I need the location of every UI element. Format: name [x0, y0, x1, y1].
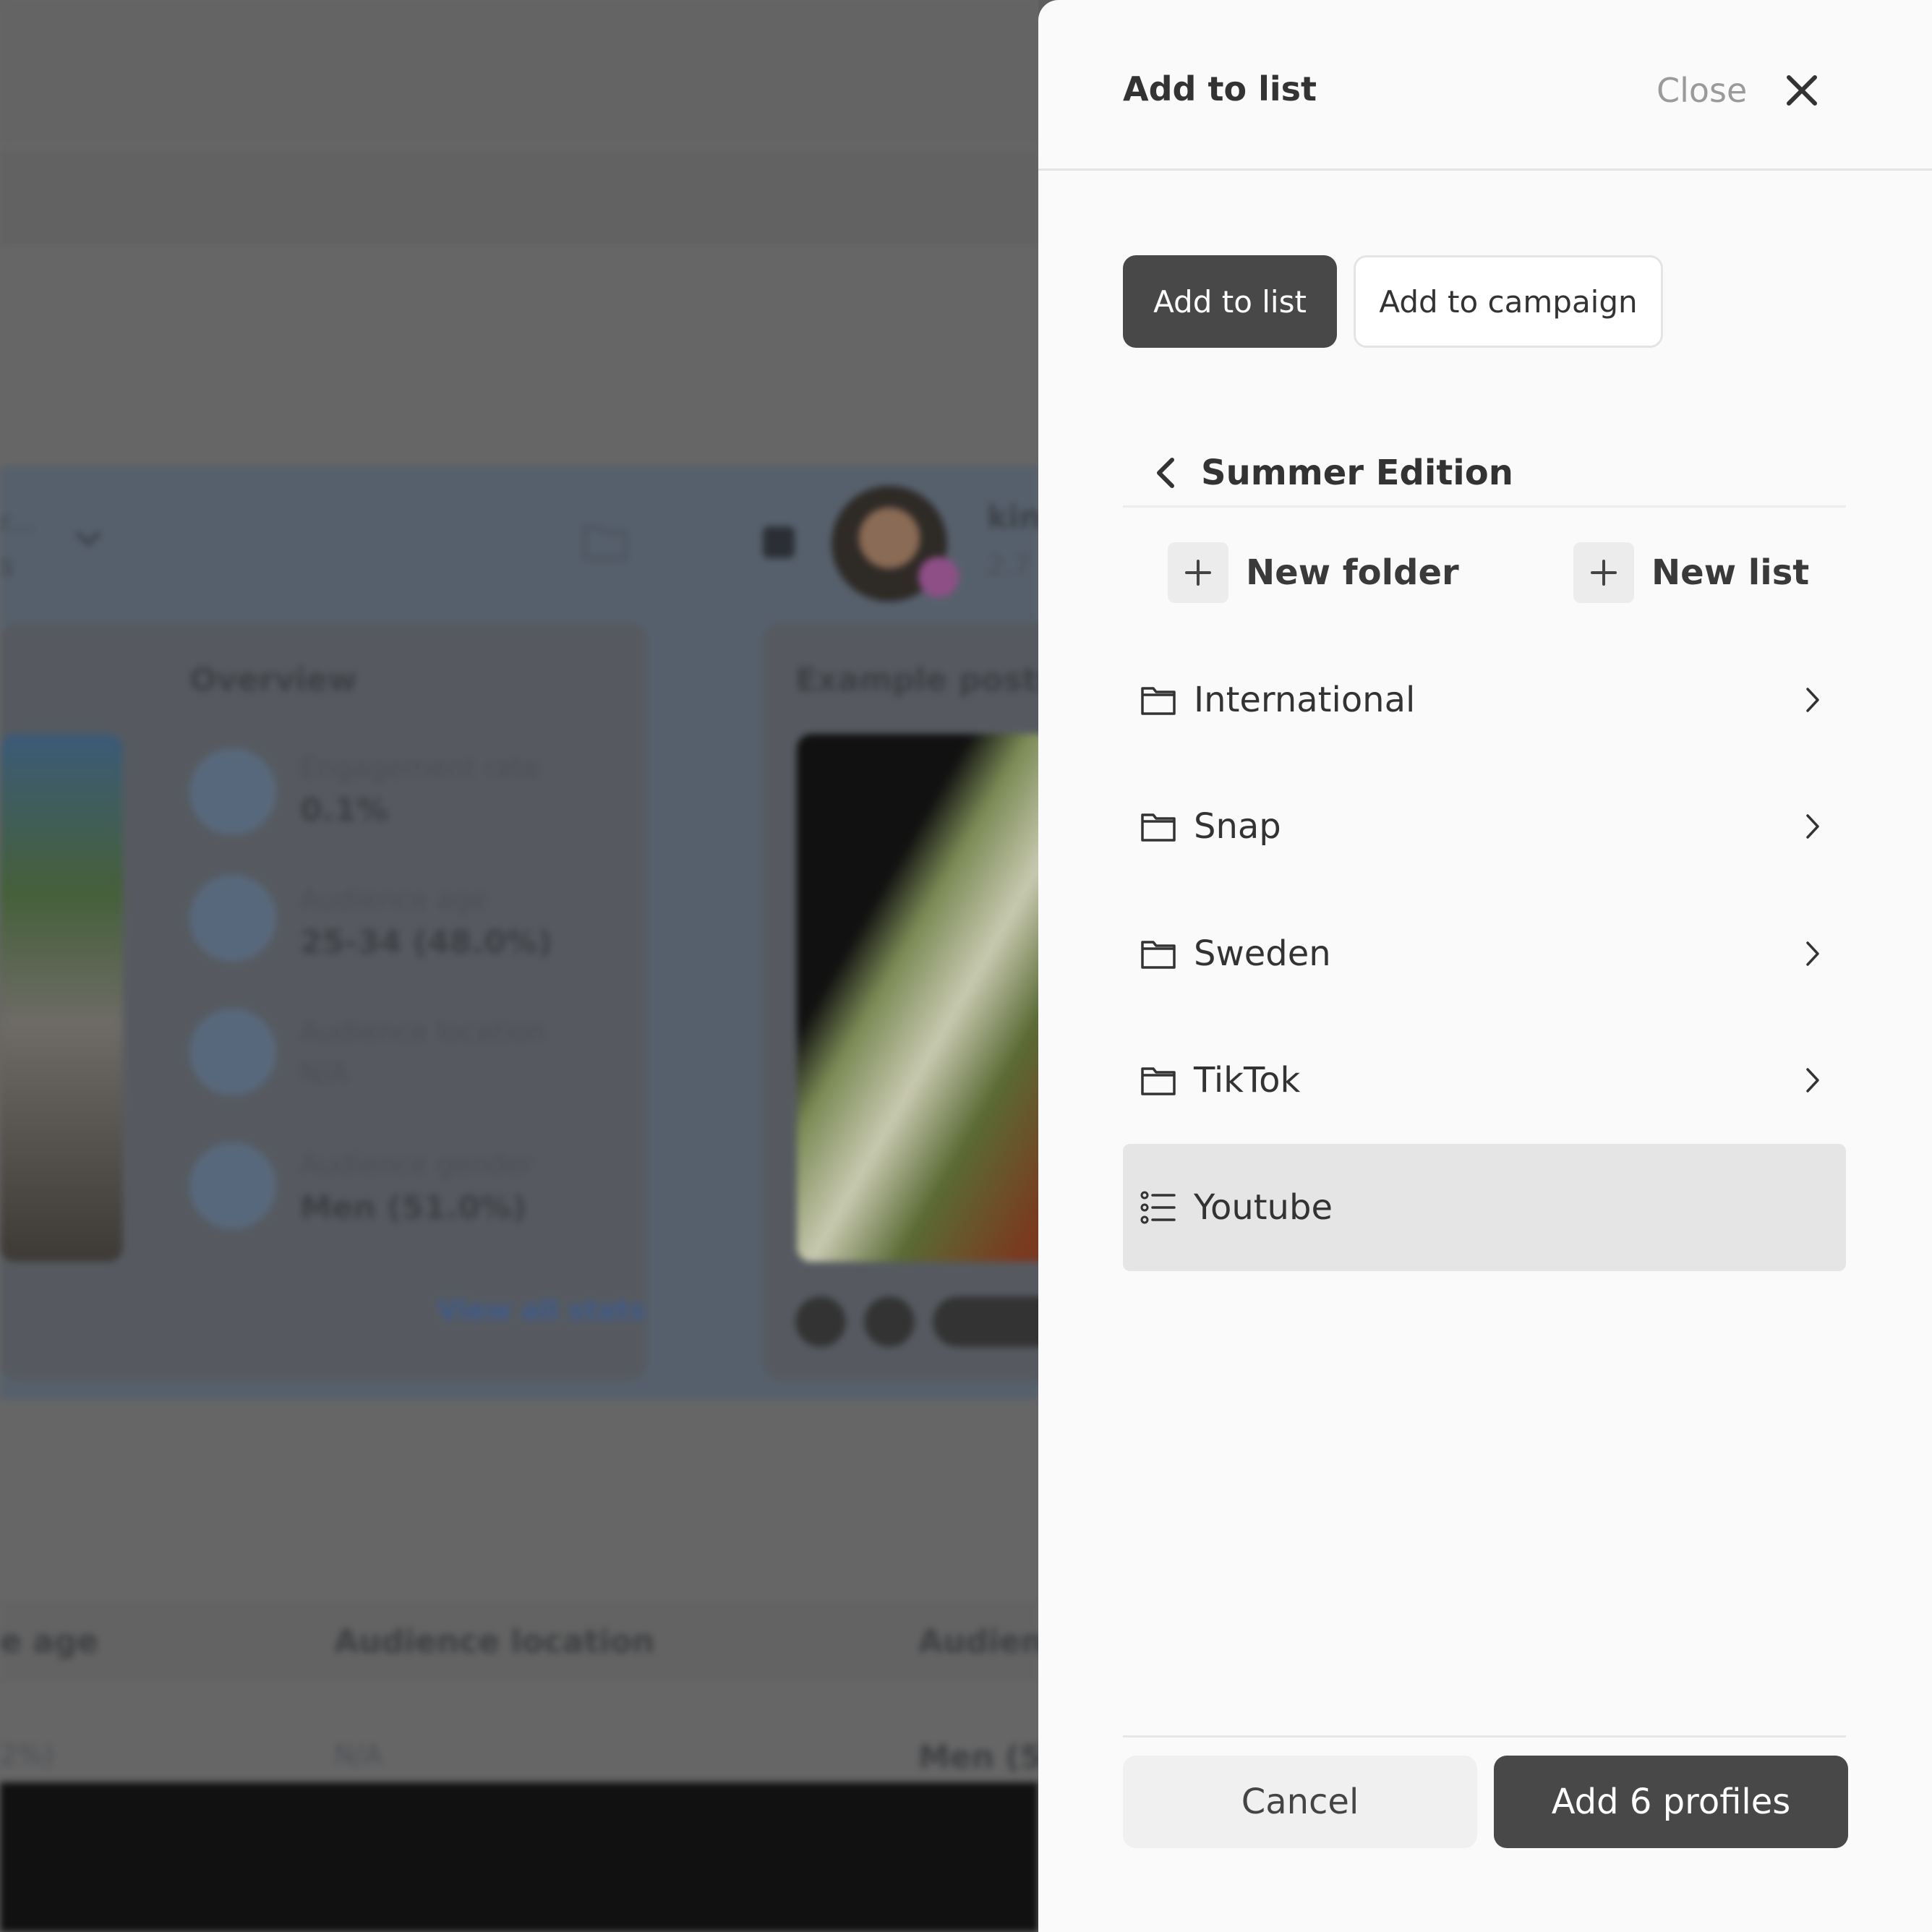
- close-label: Close: [1657, 71, 1748, 110]
- chevron-right-icon: [1804, 1066, 1821, 1095]
- panel-title: Add to list: [1123, 69, 1317, 108]
- new-folder-label: New folder: [1246, 552, 1459, 593]
- background-page-content: r... s kin 2.7 Overview Engagement rate …: [0, 0, 1038, 1932]
- breadcrumb-title: Summer Edition: [1201, 452, 1513, 493]
- bg-profile-name: kin: [987, 499, 1038, 536]
- bg-post-image: [797, 734, 1038, 1262]
- bg-stat-label: Engagement rate: [300, 752, 540, 784]
- bg-table-header-cell: Audien: [918, 1623, 1038, 1660]
- breadcrumb: Summer Edition: [1123, 440, 1846, 508]
- folder-icon: [1139, 1062, 1178, 1098]
- add-profiles-button[interactable]: Add 6 profiles: [1494, 1756, 1848, 1848]
- checkbox-icon: [763, 526, 795, 558]
- background-page-overlay[interactable]: r... s kin 2.7 Overview Engagement rate …: [0, 0, 1038, 1932]
- close-icon[interactable]: [1784, 73, 1819, 108]
- bg-profile-count: 2.7: [987, 550, 1031, 581]
- app-root: r... s kin 2.7 Overview Engagement rate …: [0, 0, 1932, 1932]
- bg-table-cell: Men (5: [918, 1739, 1038, 1776]
- bg-stat-value: 25-34 (48.0%): [300, 924, 552, 961]
- cancel-button[interactable]: Cancel: [1123, 1756, 1477, 1848]
- bg-example-posts-title: Example posts: [795, 662, 1038, 698]
- list-item-tiktok[interactable]: TikTok: [1123, 1018, 1846, 1142]
- list-item-youtube[interactable]: Youtube: [1123, 1144, 1846, 1271]
- bg-top-bar: [0, 0, 1038, 149]
- bg-table-header-cell: e age: [0, 1623, 99, 1660]
- list-item-label: Youtube: [1194, 1187, 1333, 1228]
- folder-icon: [582, 521, 628, 564]
- bg-stat-value: N/A: [300, 1057, 349, 1089]
- list-item-label: Sweden: [1194, 933, 1331, 974]
- bg-table-header-cell: Audience location: [334, 1623, 655, 1660]
- bg-stat-label: Audience age: [300, 884, 488, 915]
- list-item-label: Snap: [1194, 806, 1281, 847]
- bg-stat-value: Men (51.0%): [300, 1189, 527, 1226]
- plus-icon: [1573, 542, 1634, 603]
- panel-header: Add to list Close: [1038, 0, 1932, 171]
- bg-profile-photo: [0, 734, 123, 1262]
- tab-add-to-campaign[interactable]: Add to campaign: [1354, 255, 1663, 348]
- bg-view-all-stats-link: View all stats: [437, 1294, 646, 1326]
- new-folder-button[interactable]: New folder: [1168, 542, 1459, 603]
- folder-icon: [1139, 682, 1178, 718]
- bg-dropdown-text: r...: [0, 506, 35, 538]
- folder-icon: [1139, 936, 1178, 972]
- bg-table-row: [0, 1681, 1038, 1782]
- tab-add-to-list[interactable]: Add to list: [1123, 255, 1337, 348]
- carousel-dots: [933, 1296, 1038, 1347]
- engagement-icon: [189, 748, 276, 835]
- bg-table-cell: 2%): [0, 1739, 55, 1771]
- bg-bottom-bar: [0, 1782, 1038, 1932]
- list-item-label: International: [1194, 680, 1416, 720]
- bg-stat-label: Audience gender: [300, 1148, 534, 1180]
- carousel-next-icon: [864, 1296, 915, 1347]
- list-icon: [1139, 1189, 1178, 1226]
- carousel-prev-icon: [795, 1296, 846, 1347]
- chevron-right-icon: [1804, 939, 1821, 968]
- chevron-right-icon: [1804, 685, 1821, 714]
- bg-filter-bar: [0, 149, 1038, 250]
- new-list-label: New list: [1651, 552, 1810, 593]
- gender-icon: [189, 1142, 276, 1229]
- list-item-label: TikTok: [1194, 1060, 1301, 1100]
- close-button[interactable]: Close: [1657, 58, 1819, 123]
- bar-chart-icon: [189, 875, 276, 962]
- location-pin-icon: [189, 1009, 276, 1095]
- add-to-list-panel: Add to list Close Add to list Add to cam…: [1038, 0, 1932, 1932]
- chevron-left-icon[interactable]: [1129, 440, 1201, 505]
- bg-stat-value: 0.1%: [300, 792, 389, 829]
- chevron-down-icon: [72, 528, 104, 552]
- bg-dropdown-text-2: s: [0, 550, 14, 581]
- instagram-icon: [918, 557, 959, 597]
- folder-icon: [1139, 808, 1178, 845]
- bg-overview-title: Overview: [189, 662, 357, 698]
- list-item-sweden[interactable]: Sweden: [1123, 892, 1846, 1016]
- new-list-button[interactable]: New list: [1573, 542, 1809, 603]
- footer-divider: [1123, 1735, 1846, 1737]
- bg-table-cell: N/A: [334, 1739, 383, 1771]
- plus-icon: [1168, 542, 1228, 603]
- chevron-right-icon: [1804, 812, 1821, 841]
- bg-stat-label: Audience location: [300, 1016, 546, 1048]
- list-item-snap[interactable]: Snap: [1123, 764, 1846, 889]
- list-item-international[interactable]: International: [1123, 638, 1846, 762]
